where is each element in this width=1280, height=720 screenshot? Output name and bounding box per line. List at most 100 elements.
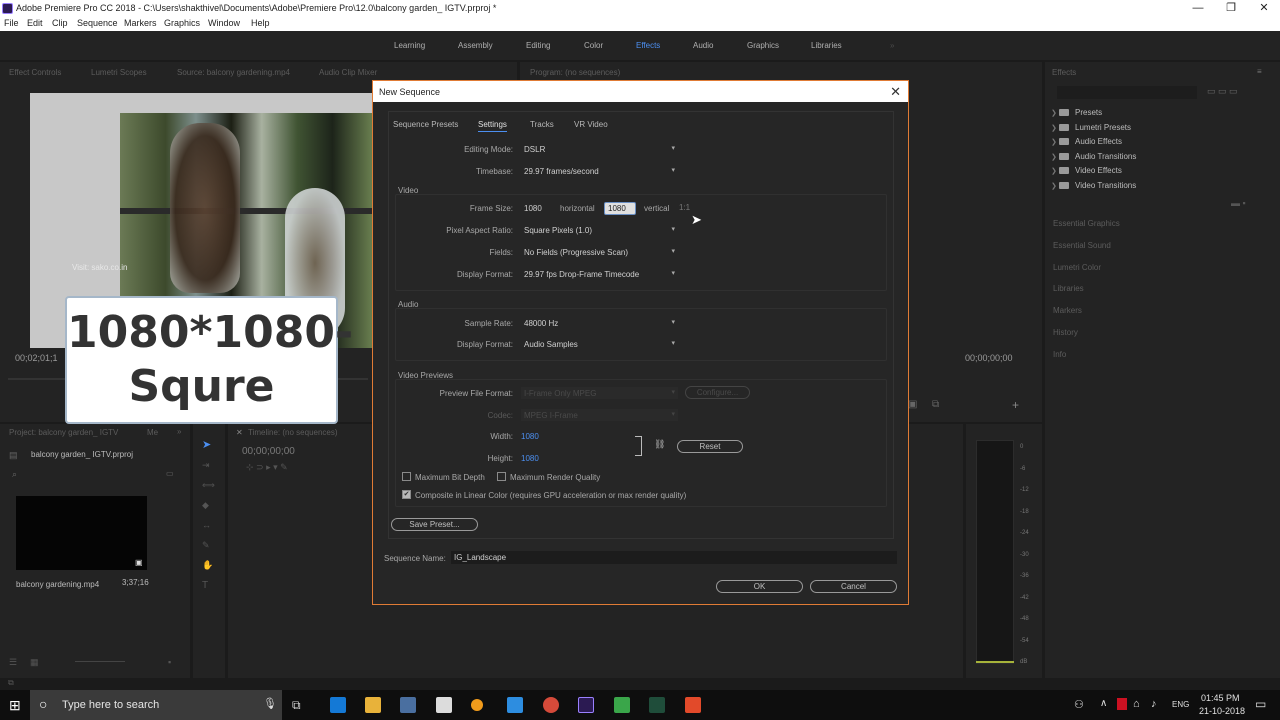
accelerated-effects-icon[interactable]: ▭ ▭ ▭ xyxy=(1207,86,1238,97)
audition-icon[interactable] xyxy=(649,697,665,713)
icon-view-icon[interactable]: ▦ xyxy=(30,657,39,668)
vlc-icon[interactable] xyxy=(471,699,483,711)
fields-select[interactable]: No Fields (Progressive Scan) xyxy=(521,246,678,258)
tab-lumetri-scopes[interactable]: Lumetri Scopes xyxy=(91,68,147,77)
panel-overflow-icon[interactable]: » xyxy=(177,427,181,436)
clip-name[interactable]: balcony gardening.mp4 xyxy=(16,580,99,589)
source-timecode[interactable]: 00;02;01;1 xyxy=(15,353,58,363)
export-frame-icon[interactable]: ▣ xyxy=(908,399,917,410)
slip-tool-icon[interactable]: ↔ xyxy=(202,520,211,530)
menu-sequence[interactable]: Sequence xyxy=(77,18,118,28)
menu-markers[interactable]: Markers xyxy=(124,18,157,28)
panel-menu-icon[interactable]: ≡ xyxy=(1257,67,1262,76)
timeline-timecode[interactable]: 00;00;00;00 xyxy=(242,446,295,457)
tab-program[interactable]: Program: (no sequences) xyxy=(530,68,620,77)
maximize-button[interactable]: ❐ xyxy=(1219,1,1243,15)
tab-effects[interactable]: Effects xyxy=(1052,68,1076,77)
snap-icon[interactable]: ⊹ ⊃ ▸ ▾ ✎ xyxy=(246,462,288,473)
preview-format-select[interactable]: I-Frame Only MPEG xyxy=(521,387,678,399)
app-icon[interactable] xyxy=(507,697,523,713)
tab-source[interactable]: Source: balcony gardening.mp4 xyxy=(177,68,290,77)
ok-button[interactable]: OK xyxy=(716,580,803,593)
new-item-icon[interactable]: ▪ xyxy=(168,657,171,667)
pen-tool-icon[interactable]: ✎ xyxy=(202,540,210,551)
menu-edit[interactable]: Edit xyxy=(27,18,43,28)
edge-icon[interactable] xyxy=(330,697,346,713)
pixel-aspect-select[interactable]: Square Pixels (1.0) xyxy=(521,224,678,236)
dialog-close-button[interactable]: ✕ xyxy=(890,84,901,100)
timeline-close-icon[interactable]: ✕ xyxy=(236,428,243,437)
sequence-name-input[interactable]: IG_Landscape xyxy=(451,551,897,564)
zoom-slider[interactable] xyxy=(75,661,125,662)
clock-time[interactable]: 01:45 PM xyxy=(1201,693,1240,703)
tray-app-icon[interactable] xyxy=(1117,698,1127,710)
premiere-taskbar-icon[interactable] xyxy=(578,697,594,713)
people-icon[interactable]: ⚇ xyxy=(1074,698,1084,711)
tree-item-audio-transitions[interactable]: ❯ Audio Transitions xyxy=(1051,152,1136,161)
cancel-button[interactable]: Cancel xyxy=(810,580,897,593)
max-bit-depth-checkbox[interactable] xyxy=(402,472,411,481)
new-bin-icon[interactable]: ▬ ▪ xyxy=(1231,198,1246,208)
tree-item-audio-effects[interactable]: ❯ Audio Effects xyxy=(1051,137,1122,146)
tab-media-browser[interactable]: Me xyxy=(147,428,158,437)
hand-tool-icon[interactable]: ✋ xyxy=(202,560,213,571)
panel-markers[interactable]: Markers xyxy=(1053,306,1082,315)
tree-item-presets[interactable]: ❯ Presets xyxy=(1051,108,1102,117)
menu-clip[interactable]: Clip xyxy=(52,18,68,28)
save-preset-button[interactable]: Save Preset... xyxy=(391,518,478,531)
search-icon[interactable]: ⌕ xyxy=(12,469,17,480)
video-display-format-select[interactable]: 29.97 fps Drop-Frame Timecode xyxy=(521,268,678,280)
tray-overflow-icon[interactable]: ∧ xyxy=(1100,698,1107,709)
preview-width-input[interactable]: 1080 xyxy=(521,432,539,441)
menu-file[interactable]: File xyxy=(4,18,19,28)
program-timecode[interactable]: 00;00;00;00 xyxy=(965,353,1013,363)
menu-help[interactable]: Help xyxy=(251,18,270,28)
close-window-button[interactable]: ✕ xyxy=(1252,1,1276,15)
language-indicator[interactable]: ENG xyxy=(1172,700,1189,709)
link-icon[interactable]: ⛓ xyxy=(654,439,665,450)
workspace-libraries[interactable]: Libraries xyxy=(811,41,842,50)
compare-view-icon[interactable]: ⧉ xyxy=(932,399,939,410)
store-icon[interactable] xyxy=(400,697,416,713)
effects-search-input[interactable] xyxy=(1057,86,1197,99)
camtasia-icon[interactable] xyxy=(614,697,630,713)
preview-height-input[interactable]: 1080 xyxy=(521,454,539,463)
panel-essential-graphics[interactable]: Essential Graphics xyxy=(1053,219,1120,228)
track-select-tool-icon[interactable]: ⇥ xyxy=(202,460,210,471)
frame-height-input[interactable]: 1080 xyxy=(604,202,636,215)
workspace-learning[interactable]: Learning xyxy=(394,41,425,50)
audio-display-format-select[interactable]: Audio Samples xyxy=(521,338,678,350)
panel-lumetri-color[interactable]: Lumetri Color xyxy=(1053,263,1101,272)
panel-info[interactable]: Info xyxy=(1053,350,1066,359)
type-tool-icon[interactable]: T xyxy=(202,580,208,591)
notifications-icon[interactable]: ▭ xyxy=(1255,697,1266,711)
clock-date[interactable]: 21-10-2018 xyxy=(1199,706,1245,716)
workspace-editing[interactable]: Editing xyxy=(526,41,550,50)
panel-essential-sound[interactable]: Essential Sound xyxy=(1053,241,1111,250)
microphone-icon[interactable]: 🎙 xyxy=(263,697,277,710)
frame-width-input[interactable]: 1080 xyxy=(524,204,542,213)
tab-project[interactable]: Project: balcony garden_ IGTV xyxy=(9,428,118,437)
workspace-graphics[interactable]: Graphics xyxy=(747,41,779,50)
tab-audio-clip-mixer[interactable]: Audio Clip Mixer xyxy=(319,68,377,77)
menu-window[interactable]: Window xyxy=(208,18,240,28)
chrome-icon[interactable] xyxy=(543,697,559,713)
timebase-select[interactable]: 29.97 frames/second xyxy=(521,165,678,177)
tree-item-video-effects[interactable]: ❯ Video Effects xyxy=(1051,166,1122,175)
editing-mode-select[interactable]: DSLR xyxy=(521,143,678,155)
sample-rate-select[interactable]: 48000 Hz xyxy=(521,317,678,329)
tree-item-video-transitions[interactable]: ❯ Video Transitions xyxy=(1051,181,1136,190)
file-explorer-icon[interactable] xyxy=(365,697,381,713)
codec-select[interactable]: MPEG I-Frame xyxy=(521,409,678,421)
clip-thumbnail[interactable] xyxy=(16,496,147,570)
task-view-icon[interactable]: ⧉ xyxy=(292,698,301,713)
workspace-effects[interactable]: Effects xyxy=(636,41,660,50)
list-view-icon[interactable]: ☰ xyxy=(9,657,17,668)
selection-tool-icon[interactable]: ➤ xyxy=(202,438,211,451)
workspace-audio[interactable]: Audio xyxy=(693,41,713,50)
reset-button[interactable]: Reset xyxy=(677,440,743,453)
linear-color-checkbox[interactable]: ✔ xyxy=(402,490,411,499)
workspace-assembly[interactable]: Assembly xyxy=(458,41,493,50)
tree-item-lumetri-presets[interactable]: ❯ Lumetri Presets xyxy=(1051,123,1131,132)
mail-icon[interactable] xyxy=(436,697,452,713)
